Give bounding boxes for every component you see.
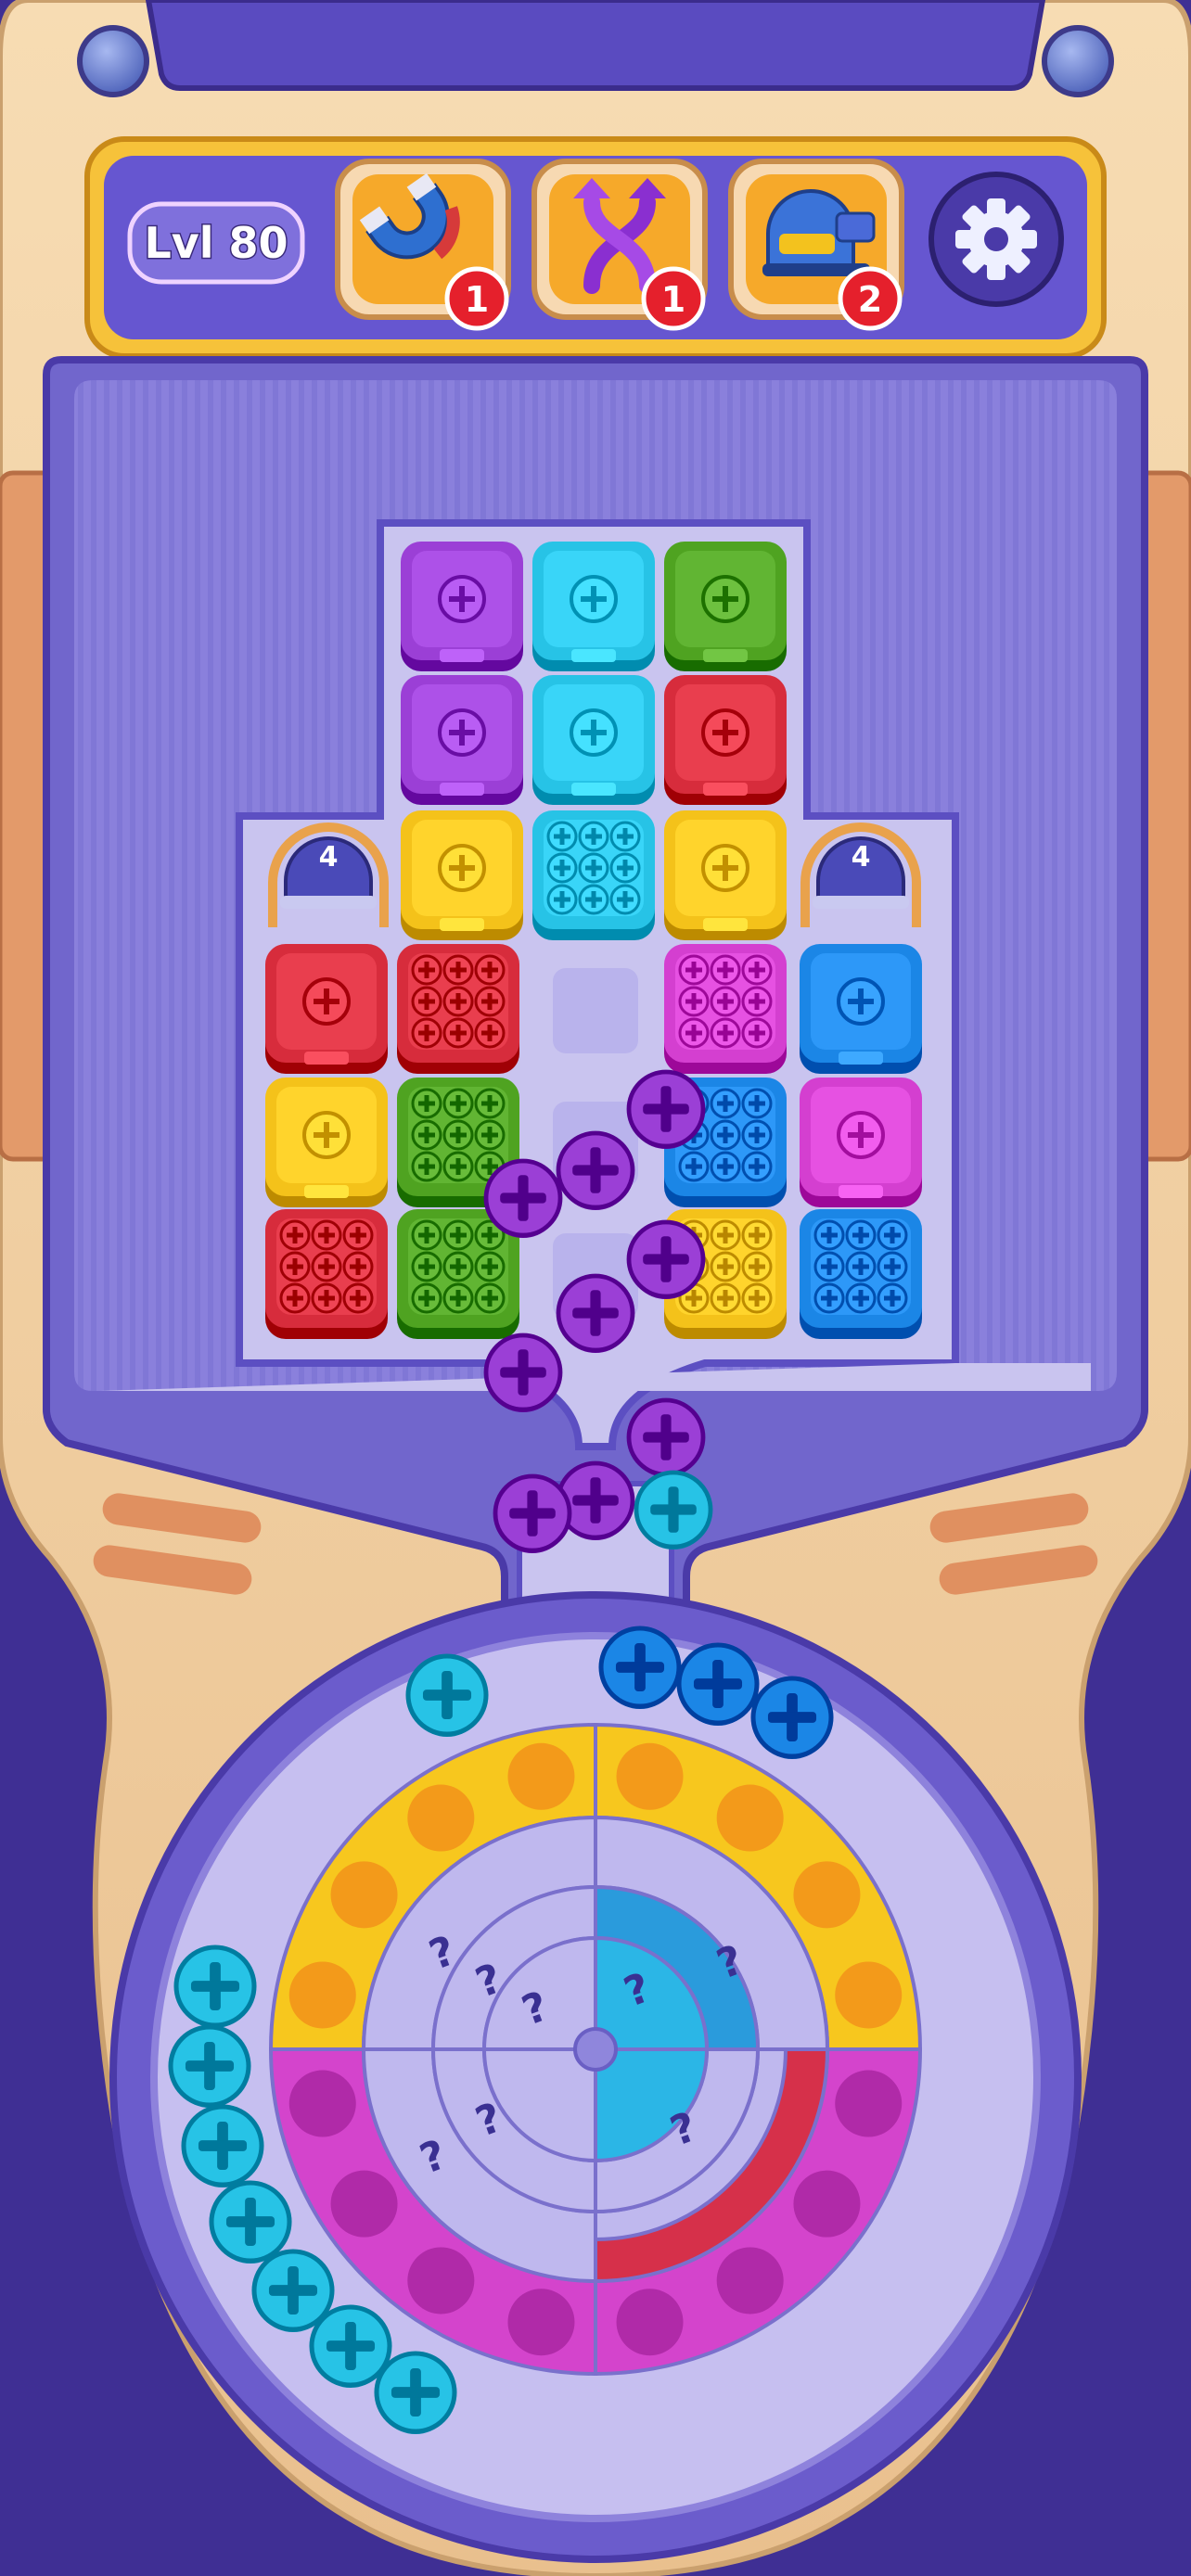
screw[interactable]: [634, 1470, 713, 1549]
cyan-box[interactable]: [532, 675, 655, 805]
screw[interactable]: [626, 1397, 706, 1477]
yellow-box[interactable]: [664, 810, 787, 940]
yellow-box[interactable]: [265, 1078, 388, 1207]
count-badge: 1: [444, 266, 509, 331]
screw[interactable]: [209, 2180, 292, 2264]
slot-dot: [716, 1784, 784, 1852]
magenta-box[interactable]: [664, 944, 787, 1074]
screw[interactable]: [626, 1069, 706, 1149]
lock-count: 4: [319, 841, 339, 874]
red-box[interactable]: [265, 944, 388, 1074]
screw[interactable]: [483, 1158, 563, 1238]
slot-dot: [330, 1861, 398, 1929]
helmet-booster-button[interactable]: 2: [728, 159, 904, 331]
booster-count: 2: [858, 279, 882, 320]
yellow-box[interactable]: [401, 810, 523, 940]
red-box[interactable]: [265, 1209, 388, 1339]
screw[interactable]: [374, 2351, 457, 2434]
slot-dot: [616, 2289, 684, 2356]
screw[interactable]: [181, 2104, 264, 2187]
screw[interactable]: [750, 1676, 834, 1759]
screw[interactable]: [173, 1945, 257, 2028]
game-screen: Lvl 80 1 1 2 4 4 ? ? ? ? ? ? ? ?: [0, 0, 1191, 2576]
screw[interactable]: [483, 1333, 563, 1412]
magenta-box[interactable]: [800, 1078, 922, 1207]
level-label: Lvl 80: [144, 218, 288, 268]
screw[interactable]: [405, 1653, 489, 1737]
wheel-hub: [573, 2027, 618, 2072]
screw[interactable]: [168, 2024, 251, 2108]
red-box[interactable]: [397, 944, 519, 1074]
slot-dot: [288, 1961, 356, 2029]
count-badge: 2: [838, 266, 903, 331]
purple-box[interactable]: [401, 675, 523, 805]
game-scene: Lvl 80 1 1 2 4 4 ????????: [0, 0, 1191, 2576]
blue-box[interactable]: [800, 1209, 922, 1339]
bolt-icon: [77, 25, 149, 97]
cyan-box[interactable]: [532, 542, 655, 671]
slot-dot: [835, 2070, 903, 2137]
top-notch: [145, 0, 1046, 91]
slot-dot: [407, 2247, 475, 2315]
count-badge: 1: [641, 266, 706, 331]
cyan-box[interactable]: [532, 810, 655, 940]
slot-dot: [407, 1784, 475, 1852]
booster-count: 1: [661, 279, 685, 320]
slot-dot: [616, 1742, 684, 1810]
gear-icon: [955, 198, 1037, 280]
slot-dot: [835, 1961, 903, 2029]
screw[interactable]: [556, 1273, 635, 1353]
slot-dot: [330, 2170, 398, 2238]
purple-box[interactable]: [401, 542, 523, 671]
screw[interactable]: [556, 1130, 635, 1210]
slot-dot: [793, 2170, 861, 2238]
slot-dot: [716, 2247, 784, 2315]
magnet-booster-button[interactable]: 1: [335, 159, 511, 331]
slot-dot: [793, 1861, 861, 1929]
swap-booster-button[interactable]: 1: [531, 159, 708, 331]
booster-count: 1: [465, 279, 489, 320]
blue-box[interactable]: [800, 944, 922, 1074]
bolt-icon: [1042, 25, 1114, 97]
screw[interactable]: [598, 1626, 682, 1709]
screw[interactable]: [493, 1473, 572, 1553]
slot-dot: [288, 2070, 356, 2137]
lock-count: 4: [852, 841, 871, 874]
red-box[interactable]: [664, 675, 787, 805]
settings-button[interactable]: [928, 172, 1064, 307]
screw[interactable]: [676, 1642, 760, 1726]
green-box[interactable]: [664, 542, 787, 671]
slot-dot: [507, 2289, 575, 2356]
empty-slot: [553, 968, 638, 1053]
screw[interactable]: [626, 1219, 706, 1299]
slot-dot: [507, 1742, 575, 1810]
